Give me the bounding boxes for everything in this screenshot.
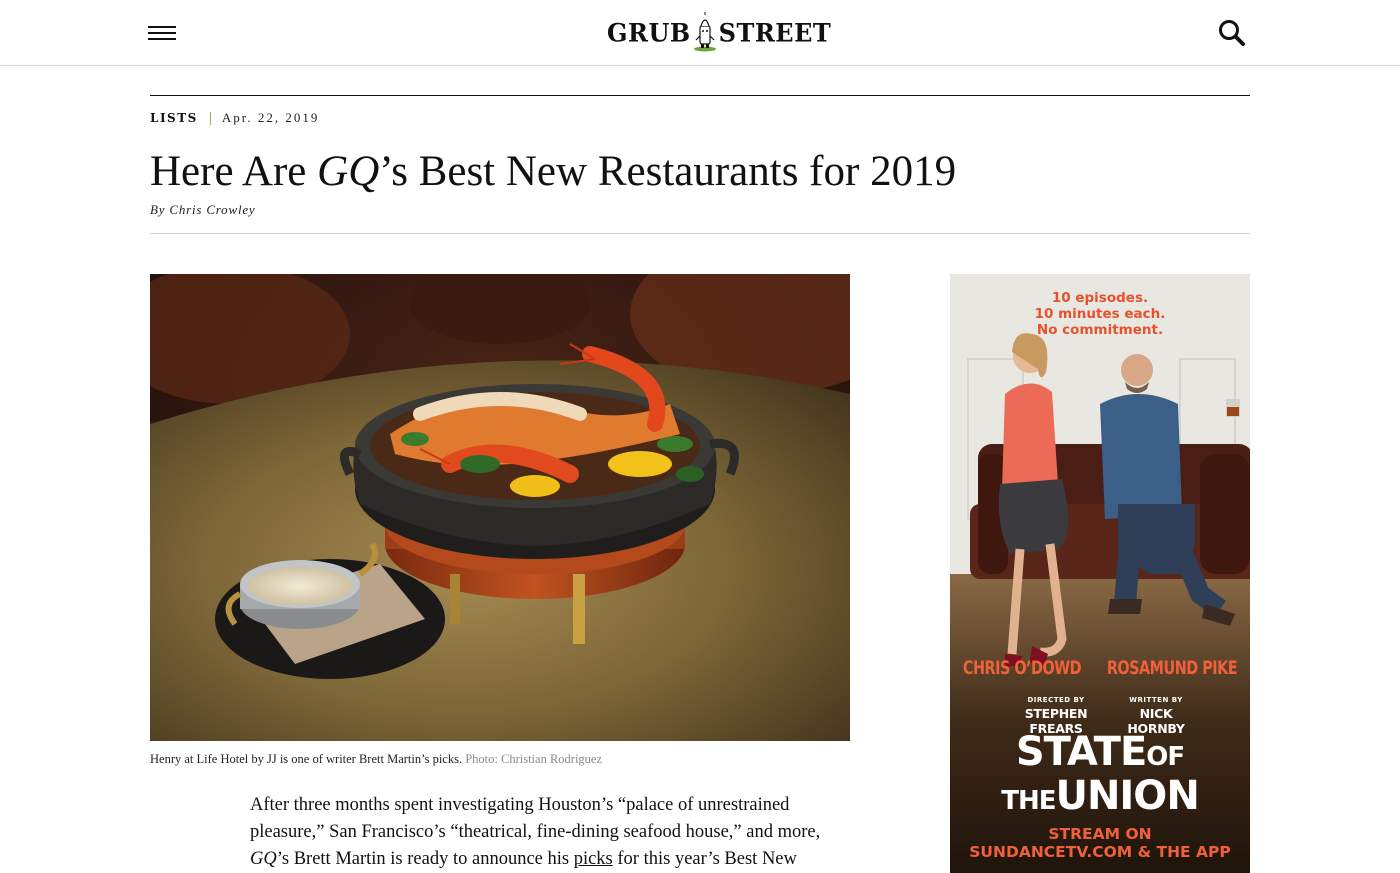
search-icon[interactable]	[1216, 17, 1248, 49]
rubric-link[interactable]: Lists	[150, 111, 198, 125]
menu-line	[148, 26, 176, 28]
menu-hamburger-icon[interactable]	[148, 24, 176, 40]
headline-publication: GQ	[317, 148, 380, 195]
picks-link[interactable]: picks	[574, 849, 613, 869]
headline-post: ’s Best New Restaurants for 2019	[379, 148, 957, 195]
ad-cast-member: ROSAMUND PIKE	[1106, 656, 1238, 679]
ad-title-word: OF	[1146, 742, 1185, 772]
ad-title-word: THE	[1001, 786, 1056, 816]
author-link[interactable]: Chris Crowley	[169, 202, 255, 217]
rubric-separator	[209, 111, 211, 125]
top-divider	[150, 95, 1250, 96]
ad-credit-role: WRITTEN BY	[1129, 696, 1183, 704]
article-body: After three months spent investigating H…	[250, 792, 850, 873]
logo-word-left: GRUB	[607, 16, 691, 48]
ad-title-word: UNION	[1055, 773, 1199, 819]
ad-cta-line: SUNDANCETV.COM & THE APP	[969, 843, 1231, 861]
ad-title-word: STATE	[1015, 729, 1147, 775]
menu-line	[148, 38, 176, 40]
headline-pre: Here Are	[150, 148, 318, 195]
ad-tagline-1: 10 episodes.	[1051, 290, 1149, 306]
body-text: After three months spent investigating H…	[250, 795, 821, 842]
advertisement[interactable]: 10 episodes. 10 minutes each. No commitm…	[950, 274, 1250, 873]
ad-cta-line: STREAM ON	[1048, 825, 1152, 843]
publication-name: GQ	[250, 849, 277, 869]
ad-cast: CHRIS O’DOWD ROSAMUND PIKE	[950, 657, 1250, 679]
ad-cast-member: CHRIS O’DOWD	[962, 656, 1082, 679]
article-headline: Here Are GQ’s Best New Restaurants for 2…	[150, 146, 956, 198]
paragraph: After three months spent investigating H…	[250, 792, 850, 873]
site-header: GRUB STREET	[0, 0, 1400, 66]
site-logo[interactable]: GRUB STREET	[607, 10, 831, 54]
ad-credit-role: DIRECTED BY	[1027, 696, 1085, 704]
grub-street-mascot-icon	[693, 12, 716, 52]
lede-image	[150, 274, 850, 741]
ad-tagline-2: 10 minutes each.	[1034, 306, 1166, 322]
header-divider	[150, 233, 1250, 234]
caption-text: Henry at Life Hotel by JJ is one of writ…	[150, 752, 463, 766]
publish-date: Apr. 22, 2019	[221, 110, 320, 125]
body-text: for this year’s Best New	[612, 849, 797, 869]
ad-call-to-action: STREAM ON SUNDANCETV.COM & THE APP	[950, 825, 1250, 861]
menu-line	[148, 32, 176, 34]
logo-word-right: STREET	[718, 16, 832, 48]
photo-credit: Photo: Christian Rodriguez	[465, 752, 603, 766]
ad-show-title: STATEOF THEUNION	[950, 732, 1250, 820]
byline-prefix: By	[150, 202, 170, 217]
body-text: ’s Brett Martin is ready to announce his	[276, 849, 574, 869]
ad-tagline-3: No commitment.	[1036, 322, 1164, 338]
image-caption: Henry at Life Hotel by JJ is one of writ…	[150, 752, 602, 767]
article-meta: Lists Apr. 22, 2019	[150, 110, 319, 126]
byline: By Chris Crowley	[150, 202, 256, 218]
